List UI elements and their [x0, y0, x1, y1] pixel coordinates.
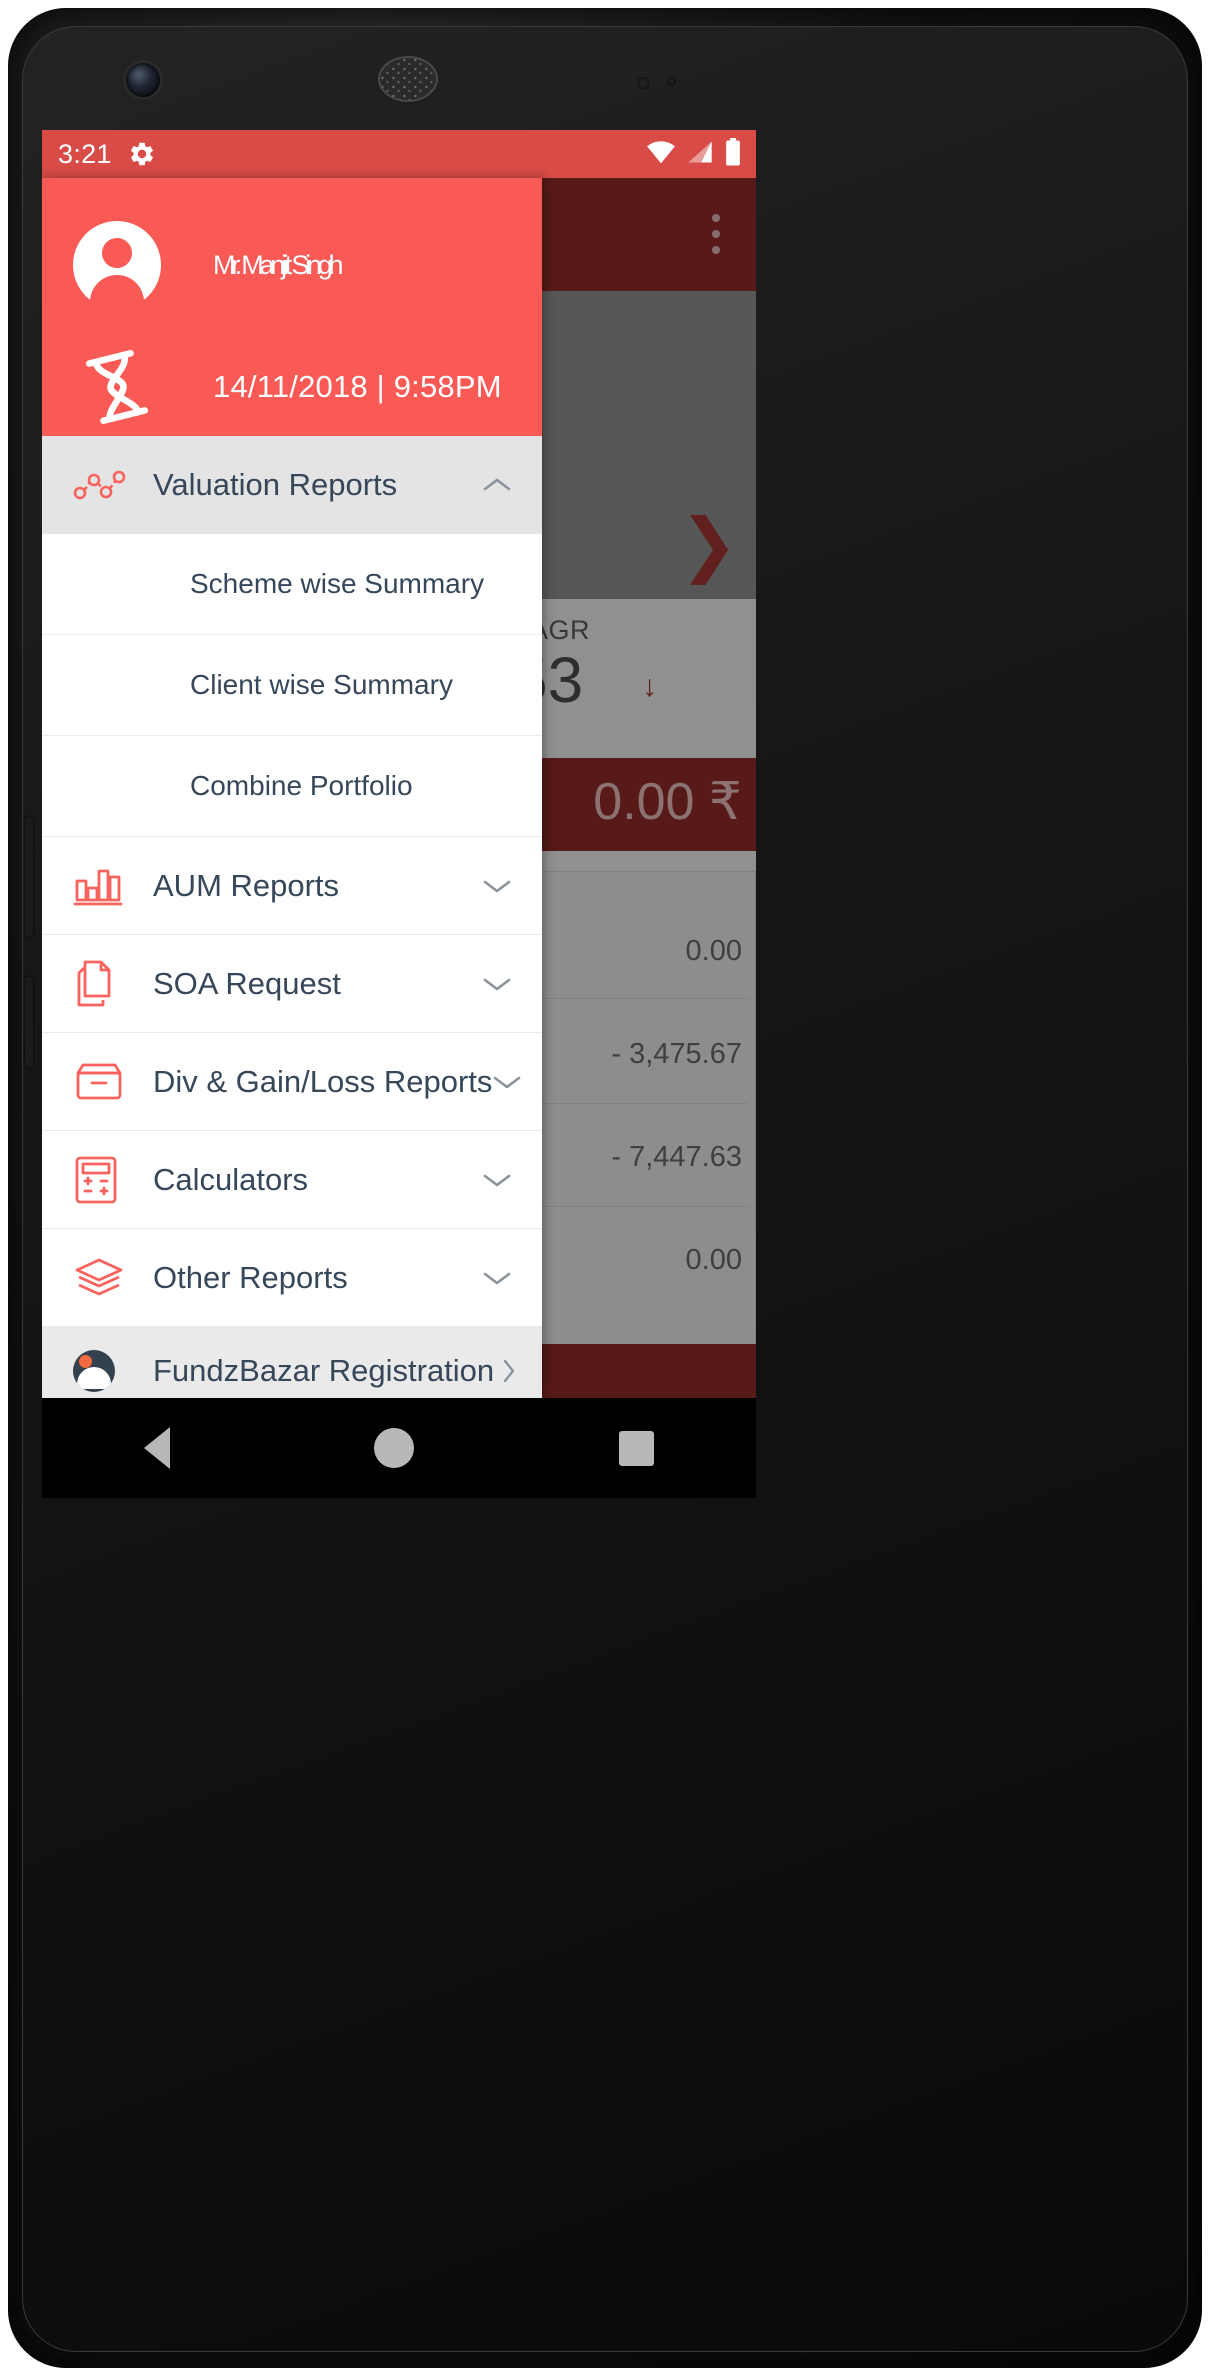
sidebar-subitem-scheme-wise-summary[interactable]: Scheme wise Summary	[42, 534, 542, 635]
android-navigation-bar	[42, 1398, 756, 1498]
calculator-icon	[73, 1155, 131, 1205]
chevron-down-icon[interactable]	[482, 975, 512, 993]
archive-box-icon	[73, 1060, 131, 1104]
chevron-down-icon[interactable]	[482, 877, 512, 895]
phone-screen: ❯ AGR 53 ↓ 0.00 ₹ 0.00 - 3,475.67 - 7,44…	[42, 130, 756, 1398]
sidebar-item-calculators[interactable]: Calculators	[42, 1131, 542, 1229]
battery-full-icon	[724, 137, 742, 171]
documents-icon	[73, 958, 131, 1010]
front-camera-icon	[126, 63, 160, 97]
volume-button[interactable]	[25, 977, 33, 1067]
status-bar: 3:21	[42, 130, 756, 178]
navigation-drawer: Mr. Manjit Singh 14/11/2018 | 9:58PM Val…	[42, 178, 542, 1398]
sidebar-item-label: Div & Gain/Loss Reports	[153, 1063, 493, 1099]
recents-square-icon[interactable]	[618, 1430, 654, 1466]
sidebar-subitem-label: Scheme wise Summary	[190, 568, 485, 599]
hourglass-icon	[73, 350, 161, 424]
fundzbazar-logo-icon	[73, 1350, 131, 1392]
chevron-down-icon[interactable]	[482, 1171, 512, 1189]
sidebar-item-label: FundzBazar Registration	[153, 1353, 495, 1388]
earpiece-speaker	[380, 58, 436, 100]
cellular-signal-icon	[686, 140, 714, 169]
sidebar-item-label: AUM Reports	[153, 867, 340, 903]
sidebar-item-label: Other Reports	[153, 1259, 348, 1295]
chevron-right-icon[interactable]	[494, 1357, 524, 1385]
sidebar-subitem-combine-portfolio[interactable]: Combine Portfolio	[42, 736, 542, 837]
sidebar-item-fundzbazar-registration[interactable]: FundzBazar Registration	[42, 1327, 542, 1398]
gear-icon	[128, 140, 156, 168]
scatter-chart-icon	[73, 468, 131, 502]
sidebar-item-other-reports[interactable]: Other Reports	[42, 1229, 542, 1327]
status-icons	[646, 137, 742, 171]
status-clock: 3:21	[58, 138, 112, 169]
bar-chart-icon	[73, 863, 131, 909]
power-button[interactable]	[25, 817, 33, 937]
sidebar-subitem-client-wise-summary[interactable]: Client wise Summary	[42, 635, 542, 736]
home-circle-icon[interactable]	[374, 1428, 415, 1468]
sidebar-item-label: SOA Request	[153, 965, 341, 1001]
chevron-up-icon[interactable]	[482, 476, 512, 494]
wifi-icon	[646, 140, 676, 169]
drawer-profile[interactable]: Mr. Manjit Singh	[73, 221, 344, 309]
chevron-down-icon[interactable]	[492, 1073, 522, 1091]
sidebar-item-aum-reports[interactable]: AUM Reports	[42, 837, 542, 935]
sidebar-subitem-label: Client wise Summary	[190, 669, 453, 700]
last-login-date: 14/11/2018 | 9:58PM	[213, 369, 502, 404]
chevron-down-icon[interactable]	[482, 1269, 512, 1287]
page-root: ❯ AGR 53 ↓ 0.00 ₹ 0.00 - 3,475.67 - 7,44…	[0, 0, 1210, 2375]
sidebar-item-label: Calculators	[153, 1161, 309, 1197]
drawer-last-login: 14/11/2018 | 9:58PM	[73, 350, 502, 424]
drawer-header: Mr. Manjit Singh 14/11/2018 | 9:58PM	[42, 178, 542, 436]
sidebar-item-label: Valuation Reports	[153, 466, 398, 502]
sidebar-item-valuation-reports[interactable]: Valuation Reports	[42, 436, 542, 534]
back-triangle-icon[interactable]	[144, 1427, 171, 1469]
sidebar-item-div-gain-loss-reports[interactable]: Div & Gain/Loss Reports	[42, 1033, 542, 1131]
user-name: Mr. Manjit Singh	[213, 249, 344, 280]
sidebar-subitem-label: Combine Portfolio	[190, 770, 413, 801]
proximity-sensor	[637, 77, 649, 89]
light-sensor	[667, 77, 676, 86]
layers-icon	[73, 1256, 131, 1300]
sidebar-item-soa-request[interactable]: SOA Request	[42, 935, 542, 1033]
account-circle-icon	[73, 221, 161, 309]
